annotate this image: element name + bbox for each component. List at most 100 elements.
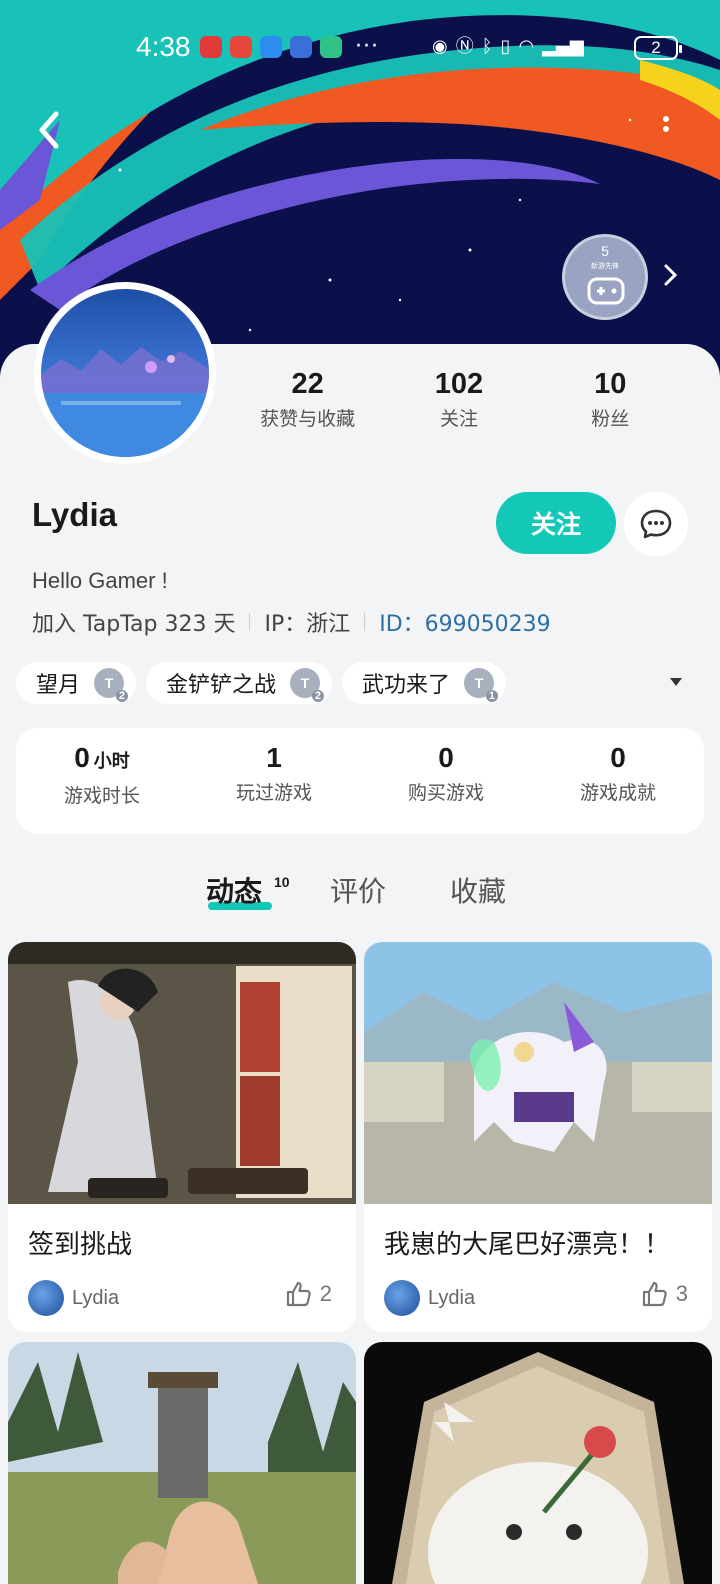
game-stat-value: 0 [610,742,626,773]
profile-bio: Hello Gamer ! [32,568,168,593]
post-image [364,942,712,1204]
stat-following[interactable]: 102 关注 [384,366,534,431]
nfc-icon: Ⓝ [455,36,474,57]
app-notification-icon [230,36,252,58]
chat-bubble-icon [640,509,672,539]
post-author[interactable]: Lydia [28,1280,119,1316]
message-button[interactable] [624,492,688,556]
more-options-button[interactable] [654,112,678,148]
game-tag[interactable]: 武功来了 T1 [342,662,507,704]
avatar[interactable] [34,282,216,464]
more-dot [663,126,669,132]
game-stat-unit: 小时 [93,751,130,771]
status-time: 4:38 [136,31,191,62]
vibrate-icon: ▯ [500,36,511,57]
game-tag-name: 金铲铲之战 [166,673,277,698]
tab-favorites[interactable]: 收藏 [450,870,506,910]
app-notification-icon [200,36,222,58]
game-stat-value: 0 [74,742,90,773]
avatar-image [41,289,209,457]
game-stat-achievements[interactable]: 0 游戏成就 [532,728,704,834]
game-tag[interactable]: 金铲铲之战 T2 [146,662,333,704]
post-card[interactable]: 签到挑战 Lydia 2 [8,942,356,1332]
tap-level-icon: T2 [290,668,325,702]
post-title: 我崽的大尾巴好漂亮！！ [384,1230,671,1260]
tap-level-icon: T1 [464,668,499,702]
badge-arrow-button[interactable] [660,262,680,288]
game-stat-label: 游戏成就 [579,782,656,804]
post-card[interactable] [8,1342,356,1584]
post-card[interactable]: 我崽的大尾巴好漂亮！！ Lydia 3 [364,942,712,1332]
stat-value: 22 [291,368,324,400]
gamepad-icon [587,277,625,305]
signal-icon: ▂▄▆ [542,36,584,57]
caret-down-icon [670,678,682,686]
game-stat-purchased[interactable]: 0 购买游戏 [360,728,532,834]
follow-button[interactable]: 关注 [496,492,616,554]
stat-value: 102 [434,368,484,400]
chevron-left-icon [39,111,59,149]
thumbs-up-icon [642,1281,667,1307]
tab-posts[interactable]: 动态 [206,870,262,910]
author-avatar [384,1280,420,1316]
profile-stats: 22 获赞与收藏 102 关注 10 粉丝 [232,366,686,431]
author-avatar [28,1280,64,1316]
user-id[interactable]: ID：699050239 [379,606,550,638]
game-tag-name: 武功来了 [362,673,451,698]
back-button[interactable] [30,108,70,152]
stat-likes[interactable]: 22 获赞与收藏 [233,366,383,431]
post-image [8,1342,356,1584]
divider [364,613,366,631]
game-stat-label: 玩过游戏 [235,782,312,804]
status-bar: 4:38 ··· ◉ Ⓝ ᛒ ▯ ◠ ▂▄▆ 2 [0,30,720,64]
game-stat-playtime[interactable]: 0 小时 游戏时长 [16,728,188,834]
post-author[interactable]: Lydia [384,1280,475,1316]
game-stats-panel: 0 小时 游戏时长 1 玩过游戏 0 购买游戏 0 游戏成就 [16,728,704,834]
game-stat-value: 0 [438,742,454,773]
like-count: 3 [675,1281,688,1306]
game-stat-label: 游戏时长 [63,785,140,807]
more-dot [663,116,669,122]
chevron-right-icon [664,264,678,286]
tap-level-icon: T2 [94,668,129,702]
badge-number: 5 [601,243,609,259]
post-title: 签到挑战 [28,1230,133,1260]
expand-tags-button[interactable] [668,674,684,688]
stat-label: 粉丝 [591,408,630,430]
more-notifications-icon: ··· [355,34,379,59]
post-card[interactable] [364,1342,712,1584]
stat-value: 10 [594,368,627,400]
bluetooth-icon: ᛒ [481,36,493,57]
game-stat-label: 购买游戏 [407,782,484,804]
ip-location: IP：浙江 [264,612,351,637]
wifi-icon: ◠ [518,36,535,57]
eye-icon: ◉ [432,36,448,57]
tab-reviews[interactable]: 评价 [330,870,386,910]
like-button[interactable]: 3 [640,1280,688,1308]
profile-name: Lydia [32,496,117,533]
divider [249,613,251,631]
battery-icon: 2 [634,36,682,60]
author-name: Lydia [428,1286,476,1309]
posts-count-badge: 10 [274,874,290,890]
game-stat-value: 1 [266,742,282,773]
post-image [8,942,356,1204]
game-tag[interactable]: 望月 T2 [16,662,137,704]
app-notification-icon [320,36,342,58]
post-image [364,1342,712,1584]
like-count: 2 [319,1281,332,1306]
system-icons: ◉ Ⓝ ᛒ ▯ ◠ ▂▄▆ [432,34,584,60]
joined-days: 加入 TapTap 323 天 [32,612,236,637]
profile-meta: 加入 TapTap 323 天 IP：浙江 ID：699050239 [32,606,551,638]
notification-icons [200,36,342,58]
thumbs-up-icon [286,1281,311,1307]
game-tags: 望月 T2 金铲铲之战 T2 武功来了 T1 [16,662,507,704]
app-notification-icon [290,36,312,58]
game-tag-name: 望月 [36,673,81,698]
achievement-badge[interactable]: 5 新游先锋 [562,234,648,320]
profile-tabs: 动态 评价 收藏 [0,870,720,920]
game-stat-played[interactable]: 1 玩过游戏 [188,728,360,834]
stat-followers[interactable]: 10 粉丝 [535,366,685,431]
like-button[interactable]: 2 [284,1280,332,1308]
stat-label: 获赞与收藏 [260,408,356,430]
